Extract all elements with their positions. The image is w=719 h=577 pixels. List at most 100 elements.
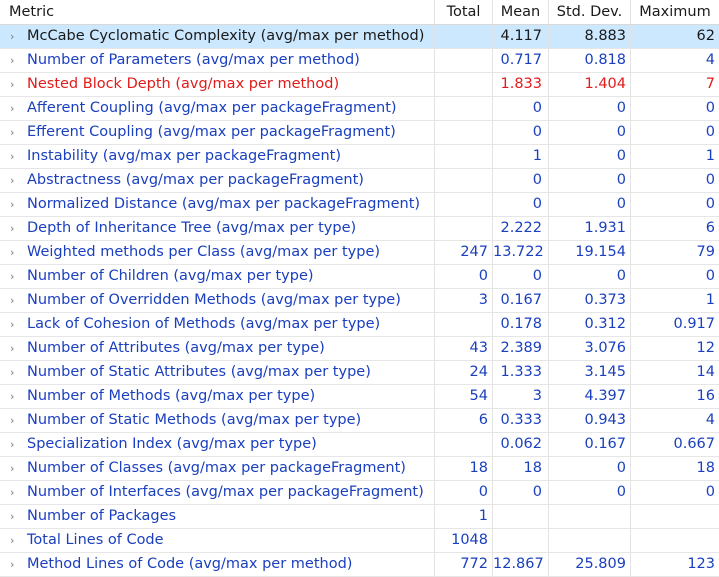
table-row[interactable]: › Number of Methods (avg/max per type) 54 3… [0,385,719,409]
table-row[interactable]: › Lack of Cohesion of Methods (avg/max pe… [0,313,719,337]
chevron-right-icon[interactable]: › [10,97,27,120]
chevron-right-icon[interactable]: › [10,529,27,552]
std-dev-cell: 0.312 [549,313,631,336]
chevron-right-icon[interactable]: › [10,73,27,96]
metric-name-cell[interactable]: › Number of Children (avg/max per type) [0,265,435,288]
chevron-right-icon[interactable]: › [10,505,27,528]
table-row[interactable]: › Nested Block Depth (avg/max per method)… [0,73,719,97]
metric-name-cell[interactable]: › Lack of Cohesion of Methods (avg/max pe… [0,313,435,336]
chevron-right-icon[interactable]: › [10,217,27,240]
table-row[interactable]: › Afferent Coupling (avg/max per packageF… [0,97,719,121]
table-row[interactable]: › Number of Children (avg/max per type) 0 0… [0,265,719,289]
chevron-right-icon[interactable]: › [10,553,27,576]
maximum-cell: 1 [705,292,715,308]
chevron-right-icon[interactable]: › [10,409,27,432]
metric-name-cell[interactable]: › Nested Block Depth (avg/max per method) [0,73,435,96]
total-cell [435,25,493,48]
table-row[interactable]: › Number of Static Attributes (avg/max pe… [0,361,719,385]
total-cell: 6 [435,409,493,432]
table-row[interactable]: › Number of Static Methods (avg/max per t… [0,409,719,433]
metric-name-cell[interactable]: › Abstractness (avg/max per packageFragme… [0,169,435,192]
table-row[interactable]: › Normalized Distance (avg/max per packag… [0,193,719,217]
column-header-maximum[interactable]: Maximum [631,0,719,24]
chevron-right-icon[interactable]: › [10,193,27,216]
table-row[interactable]: › Total Lines of Code 1048 [0,529,719,553]
metric-name-cell[interactable]: › Specialization Index (avg/max per type) [0,433,435,456]
table-row[interactable]: › Number of Interfaces (avg/max per packa… [0,481,719,505]
column-header-metric[interactable]: Metric [0,0,435,24]
chevron-right-icon[interactable]: › [10,265,27,288]
mean-cell: 1 [493,145,549,168]
std-dev-cell: 1.404 [549,73,631,96]
chevron-right-icon[interactable]: › [10,313,27,336]
metric-name-cell[interactable]: › Method Lines of Code (avg/max per metho… [0,553,435,576]
chevron-right-icon[interactable]: › [10,25,27,48]
metric-name-cell[interactable]: › Number of Attributes (avg/max per type) [0,337,435,360]
column-header-total[interactable]: Total [435,0,493,24]
maximum-cell: 7 [705,76,715,92]
chevron-right-icon[interactable]: › [10,241,27,264]
table-row[interactable]: › Number of Attributes (avg/max per type)… [0,337,719,361]
metric-name-cell[interactable]: › Number of Static Methods (avg/max per t… [0,409,435,432]
maximum-cell [631,529,719,552]
metric-name-cell[interactable]: › Number of Static Attributes (avg/max pe… [0,361,435,384]
table-row[interactable]: › Number of Packages 1 [0,505,719,529]
maximum-cell: 1 [705,148,715,164]
chevron-right-icon[interactable]: › [10,433,27,456]
chevron-right-icon[interactable]: › [10,169,27,192]
table-row[interactable]: › McCabe Cyclomatic Complexity (avg/max p… [0,25,719,49]
table-row[interactable]: › Number of Classes (avg/max per packageF… [0,457,719,481]
chevron-right-icon[interactable]: › [10,145,27,168]
mean-cell: 0 [493,121,549,144]
table-row[interactable]: › Abstractness (avg/max per packageFragme… [0,169,719,193]
column-header-mean[interactable]: Mean [493,0,549,24]
std-dev-cell: 0 [549,193,631,216]
metric-name-cell[interactable]: › McCabe Cyclomatic Complexity (avg/max p… [0,25,435,48]
chevron-right-icon[interactable]: › [10,289,27,312]
metric-name-cell[interactable]: › Number of Overridden Methods (avg/max p… [0,289,435,312]
maximum-cell: 12 [696,340,715,356]
chevron-right-icon[interactable]: › [10,337,27,360]
mean-cell: 2.222 [493,217,549,240]
metric-name-cell[interactable]: › Number of Classes (avg/max per packageF… [0,457,435,480]
column-header-std-dev[interactable]: Std. Dev. [549,0,631,24]
chevron-right-icon[interactable]: › [10,121,27,144]
metric-label: Number of Methods (avg/max per type) [27,388,316,404]
std-dev-cell: 19.154 [549,241,631,264]
mean-cell: 4.117 [493,25,549,48]
chevron-right-icon[interactable]: › [10,457,27,480]
metric-name-cell[interactable]: › Number of Packages [0,505,435,528]
table-row[interactable]: › Number of Parameters (avg/max per metho… [0,49,719,73]
metric-label: Number of Classes (avg/max per packageFr… [27,460,406,476]
table-row[interactable]: › Method Lines of Code (avg/max per metho… [0,553,719,577]
metric-name-cell[interactable]: › Number of Parameters (avg/max per metho… [0,49,435,72]
chevron-right-icon[interactable]: › [10,385,27,408]
table-row[interactable]: › Specialization Index (avg/max per type)… [0,433,719,457]
table-row[interactable]: › Weighted methods per Class (avg/max per… [0,241,719,265]
metric-name-cell[interactable]: › Efferent Coupling (avg/max per packageF… [0,121,435,144]
table-header: Metric Total Mean Std. Dev. Maximum [0,0,719,25]
chevron-right-icon[interactable]: › [10,361,27,384]
chevron-right-icon[interactable]: › [10,481,27,504]
metric-name-cell[interactable]: › Number of Interfaces (avg/max per packa… [0,481,435,504]
maximum-cell: 0 [705,268,715,284]
metric-name-cell[interactable]: › Number of Methods (avg/max per type) [0,385,435,408]
chevron-right-icon[interactable]: › [10,49,27,72]
table-row[interactable]: › Depth of Inheritance Tree (avg/max per … [0,217,719,241]
metric-name-cell[interactable]: › Weighted methods per Class (avg/max per… [0,241,435,264]
metric-name-cell[interactable]: › Depth of Inheritance Tree (avg/max per … [0,217,435,240]
table-row[interactable]: › Efferent Coupling (avg/max per packageF… [0,121,719,145]
table-row[interactable]: › Instability (avg/max per packageFragmen… [0,145,719,169]
total-cell [435,121,493,144]
std-dev-cell [549,529,631,552]
total-cell: 3 [435,289,493,312]
metric-name-cell[interactable]: › Total Lines of Code [0,529,435,552]
metric-label: Specialization Index (avg/max per type) [27,436,317,452]
metric-name-cell[interactable]: › Normalized Distance (avg/max per packag… [0,193,435,216]
metric-name-cell[interactable]: › Instability (avg/max per packageFragmen… [0,145,435,168]
maximum-cell: 123 [687,556,715,572]
metric-name-cell[interactable]: › Afferent Coupling (avg/max per packageF… [0,97,435,120]
metrics-table: Metric Total Mean Std. Dev. Maximum › McC… [0,0,719,577]
total-cell [435,169,493,192]
table-row[interactable]: › Number of Overridden Methods (avg/max p… [0,289,719,313]
